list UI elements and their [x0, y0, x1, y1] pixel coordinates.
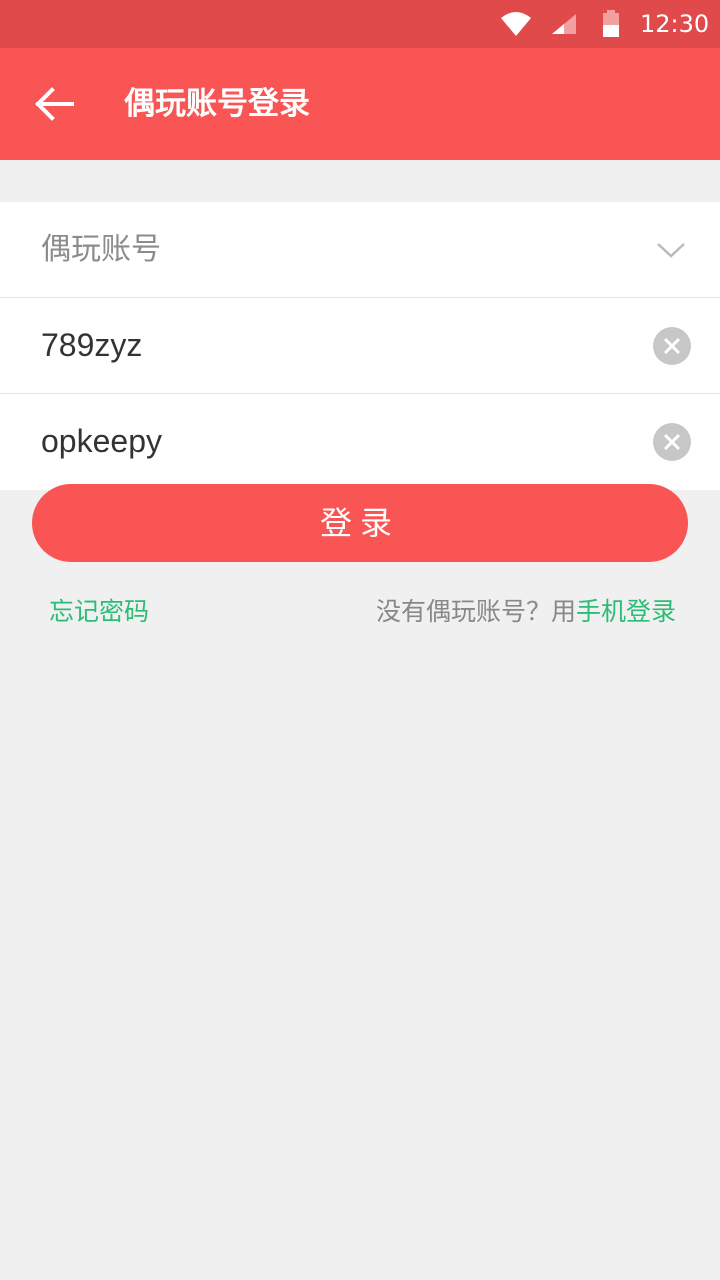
back-arrow-icon[interactable]: [30, 84, 78, 124]
chevron-down-icon[interactable]: [656, 240, 686, 260]
password-value: opkeepy: [41, 423, 162, 459]
account-type-label: 偶玩账号: [41, 232, 161, 267]
no-account-text: 没有偶玩账号？用: [375, 597, 576, 626]
forgot-password-link[interactable]: 忘记密码: [49, 592, 149, 632]
login-button[interactable]: 登录: [32, 484, 688, 562]
status-time: 12:30: [640, 10, 710, 38]
wifi-icon: [501, 12, 531, 36]
battery-icon: [603, 10, 619, 37]
account-type-select[interactable]: 偶玩账号: [0, 202, 720, 298]
clear-username-icon[interactable]: [653, 327, 691, 365]
app-bar: 偶玩账号登录: [0, 48, 720, 160]
status-bar: 12:30: [0, 0, 720, 48]
username-value: 789zyz: [41, 327, 143, 363]
login-form: 偶玩账号 789zyz opkeepy: [0, 202, 720, 490]
phone-login-prompt: 没有偶玩账号？用手机登录: [376, 592, 676, 632]
password-field[interactable]: opkeepy: [0, 394, 720, 490]
phone-login-link[interactable]: 手机登录: [576, 597, 676, 626]
page-title: 偶玩账号登录: [124, 86, 310, 122]
signal-icon: [552, 14, 576, 34]
username-field[interactable]: 789zyz: [0, 298, 720, 394]
clear-password-icon[interactable]: [653, 423, 691, 461]
